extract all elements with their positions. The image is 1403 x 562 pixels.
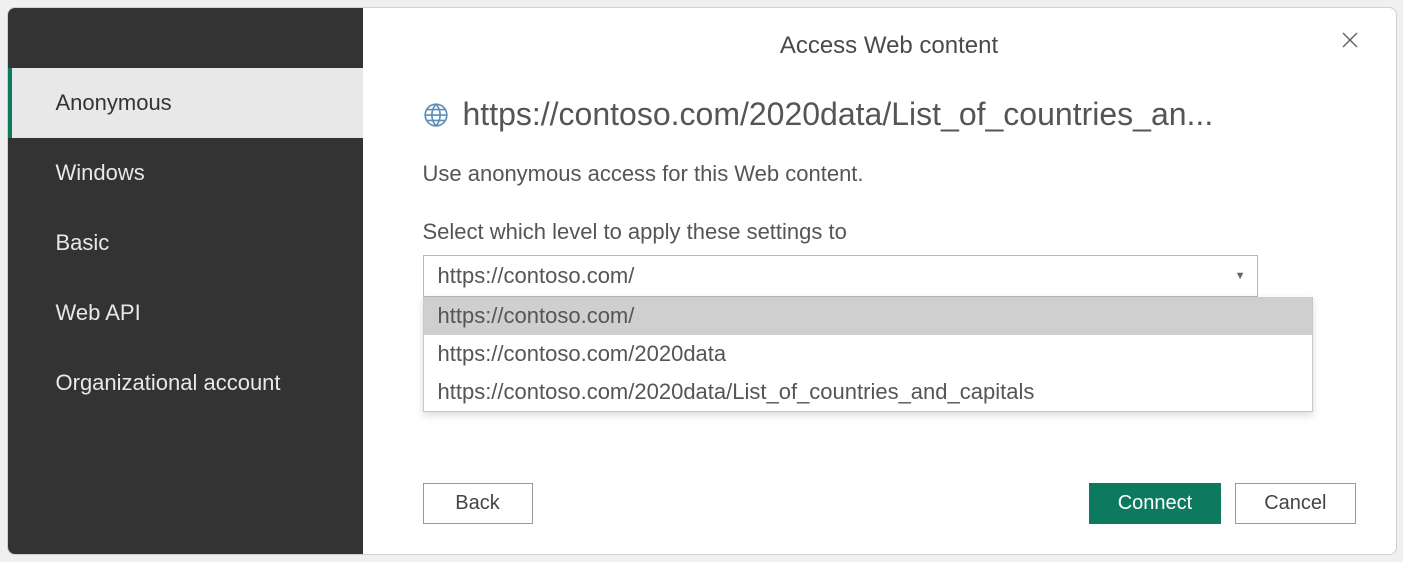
chevron-down-icon: ▼ (1235, 270, 1246, 282)
sidebar-item-basic[interactable]: Basic (8, 208, 363, 278)
level-option[interactable]: https://contoso.com/2020data (424, 335, 1312, 373)
level-option[interactable]: https://contoso.com/ (424, 297, 1312, 335)
source-url: https://contoso.com/2020data/List_of_cou… (463, 96, 1214, 133)
sidebar-item-organizational-account[interactable]: Organizational account (8, 348, 363, 418)
sidebar-item-label: Basic (56, 230, 110, 255)
close-icon (1338, 28, 1362, 52)
description-text: Use anonymous access for this Web conten… (423, 161, 1356, 187)
level-option-label: https://contoso.com/ (438, 303, 635, 328)
level-option-label: https://contoso.com/2020data/List_of_cou… (438, 379, 1035, 404)
sidebar-item-label: Organizational account (56, 370, 281, 395)
sidebar-item-label: Windows (56, 160, 145, 185)
button-label: Back (455, 492, 499, 514)
dialog-title: Access Web content (780, 32, 998, 60)
level-dropdown-list: https://contoso.com/ https://contoso.com… (423, 297, 1313, 412)
title-row: Access Web content (423, 26, 1356, 66)
level-select-value: https://contoso.com/ (438, 263, 635, 289)
auth-method-sidebar: Anonymous Windows Basic Web API Organiza… (8, 8, 363, 554)
level-select[interactable]: https://contoso.com/ ▼ (423, 255, 1258, 297)
button-row: Back Connect Cancel (423, 463, 1356, 524)
level-option-label: https://contoso.com/2020data (438, 341, 727, 366)
cancel-button[interactable]: Cancel (1235, 483, 1355, 524)
globe-icon (423, 102, 449, 128)
sidebar-item-windows[interactable]: Windows (8, 138, 363, 208)
level-select-wrap: https://contoso.com/ ▼ https://contoso.c… (423, 255, 1258, 297)
level-option[interactable]: https://contoso.com/2020data/List_of_cou… (424, 373, 1312, 411)
button-label: Connect (1118, 492, 1193, 514)
sidebar-item-label: Anonymous (56, 90, 172, 115)
sidebar-item-web-api[interactable]: Web API (8, 278, 363, 348)
sidebar-item-anonymous[interactable]: Anonymous (8, 68, 363, 138)
button-label: Cancel (1264, 492, 1326, 514)
sidebar-item-label: Web API (56, 300, 141, 325)
url-row: https://contoso.com/2020data/List_of_cou… (423, 96, 1356, 133)
close-button[interactable] (1334, 24, 1366, 56)
main-panel: Access Web content https://contoso.com/2… (363, 8, 1396, 554)
back-button[interactable]: Back (423, 483, 533, 524)
connect-button[interactable]: Connect (1089, 483, 1222, 524)
access-web-content-dialog: Anonymous Windows Basic Web API Organiza… (7, 7, 1397, 555)
level-label: Select which level to apply these settin… (423, 219, 1356, 245)
